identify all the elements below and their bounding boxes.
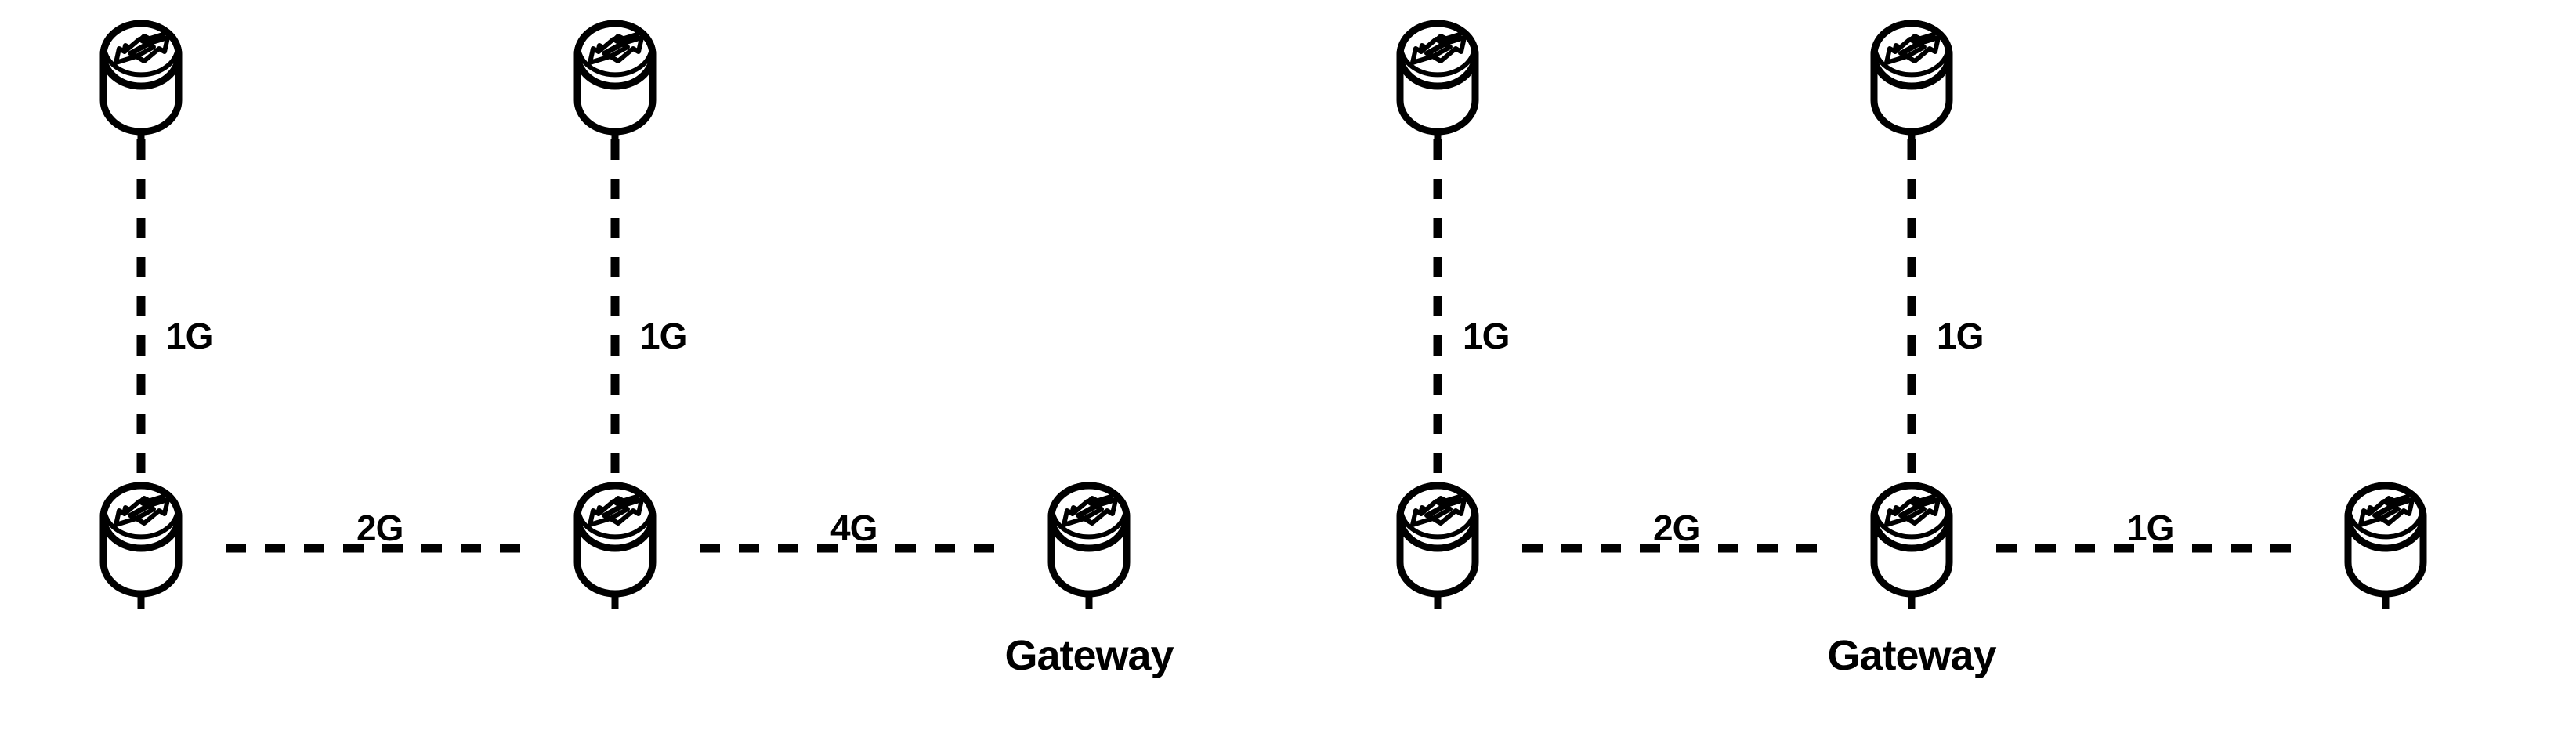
router-icon[interactable] [103, 23, 179, 147]
link-label-4g-left-horizontal-2: 4G [830, 508, 877, 548]
left-network-topology: 1G 1G 2G 4G Gateway [103, 23, 1175, 679]
router-icon-gateway[interactable] [1051, 486, 1127, 609]
router-icon[interactable] [577, 23, 653, 147]
router-icon[interactable] [1400, 23, 1475, 147]
router-icon[interactable] [577, 486, 653, 609]
router-icon[interactable] [103, 486, 179, 609]
topology-svg: 1G 1G 2G 4G Gateway 1G 1G 2G 1G Gateway [0, 0, 2576, 679]
link-label-2g-left-horizontal-1: 2G [356, 508, 403, 548]
network-diagram-canvas: 1G 1G 2G 4G Gateway 1G 1G 2G 1G Gateway [0, 0, 2576, 748]
router-icon[interactable] [2348, 486, 2423, 609]
link-label-1g-right-vertical-1: 1G [1463, 316, 1509, 356]
node-label-gateway-left: Gateway [1004, 632, 1174, 679]
router-icon[interactable] [1874, 23, 1949, 147]
link-label-1g-left-vertical-1: 1G [166, 316, 212, 356]
router-icon[interactable] [1400, 486, 1475, 609]
link-label-1g-left-vertical-2: 1G [640, 316, 686, 356]
node-label-gateway-right: Gateway [1827, 632, 1996, 679]
link-label-1g-right-horizontal-2: 1G [2127, 508, 2173, 548]
right-network-topology: 1G 1G 2G 1G Gateway [1400, 23, 2423, 679]
router-icon-gateway[interactable] [1874, 486, 1949, 609]
link-label-1g-right-vertical-2: 1G [1937, 316, 1983, 356]
link-label-2g-right-horizontal-1: 2G [1653, 508, 1699, 548]
